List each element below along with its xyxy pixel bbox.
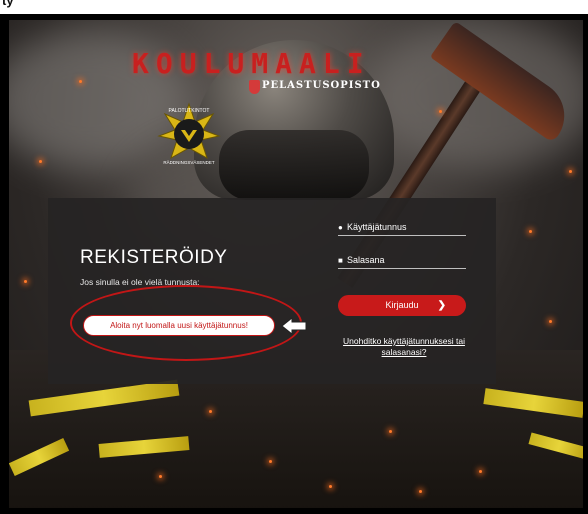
chevron-right-icon: ❯ [437,300,446,311]
forgot-credentials-link[interactable]: Unohditko käyttäjätunnuksesi tai salasan… [325,336,483,358]
lock-icon: ■ [338,256,343,265]
pointer-arrow-icon [281,317,307,335]
school-name: PELASTUSOPISTO [262,80,381,91]
login-button-label: Kirjaudu [385,300,419,310]
create-account-button[interactable]: Aloita nyt luomalla uusi käyttäjätunnus! [83,315,275,336]
school-shield-icon [249,80,260,94]
register-title: REKISTERÖIDY [80,247,228,268]
password-field[interactable]: ■ Salasana [338,253,466,269]
password-label: Salasana [347,255,385,265]
firefighter-mask-image [219,130,369,200]
username-label: Käyttäjätunnus [347,222,407,232]
cropped-text: ty [2,0,14,8]
username-field[interactable]: ● Käyttäjätunnus [338,220,466,236]
app-title: KOULUMAALI [132,47,371,80]
badge-bottom-text: RÄDDNINGSVÄSENDET [163,159,215,165]
user-icon: ● [338,223,343,232]
login-button[interactable]: Kirjaudu ❯ [338,295,466,316]
rescue-badge-icon: PALOTUTKINTOT RÄDDNINGSVÄSENDET [157,102,221,165]
top-crop-strip: ty [0,0,588,14]
screenshot-frame: KOULUMAALI PELASTUSOPISTO PALOTUTKINTOT … [0,14,588,514]
badge-top-text: PALOTUTKINTOT [169,108,210,114]
